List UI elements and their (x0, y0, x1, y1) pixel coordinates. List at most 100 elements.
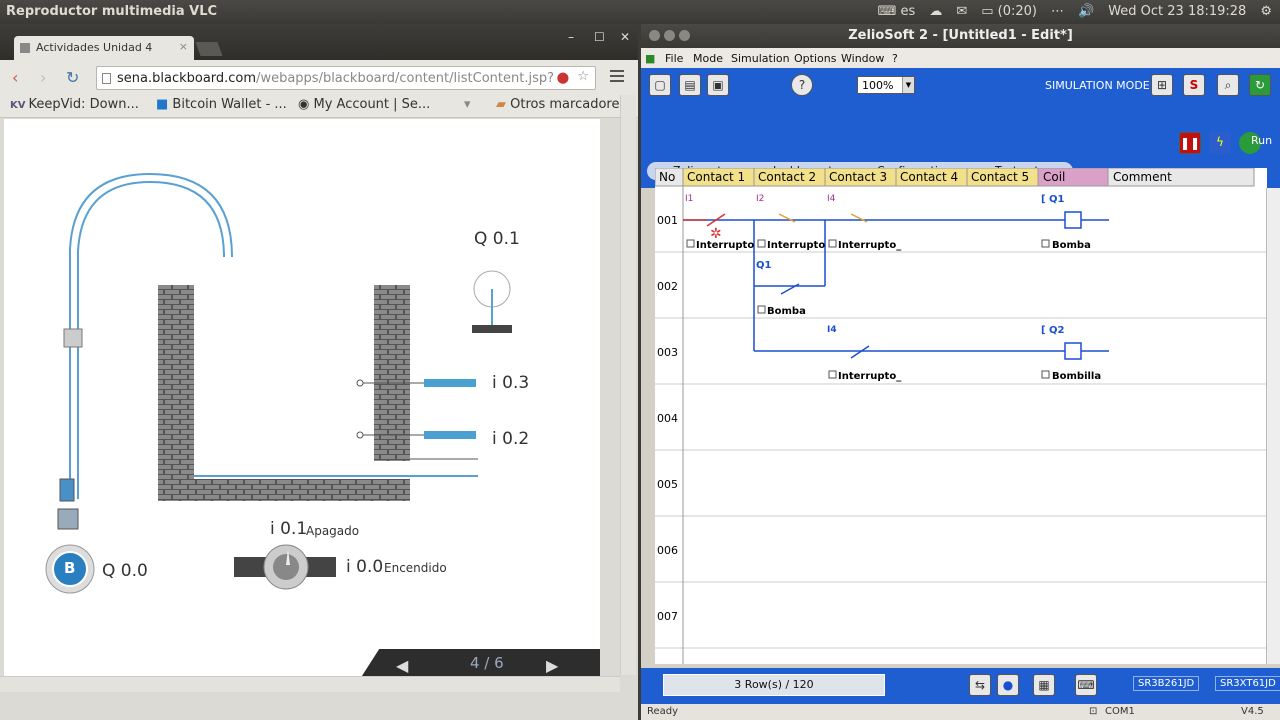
refresh-icon[interactable]: ↻ (1249, 74, 1271, 96)
contact-name[interactable]: Interrupto (767, 240, 825, 251)
ladder-diagram[interactable]: ✲ No Contact 1 Contact 2 Contact 3 Conta… (655, 168, 1267, 664)
monitor-icon[interactable]: ⊞ (1151, 74, 1173, 96)
forward-button[interactable]: › (40, 68, 46, 87)
next-arrow-icon[interactable]: ▶ (546, 656, 558, 675)
menu-simulation[interactable]: Simulation (731, 52, 790, 65)
volume-icon[interactable]: 🔊 (1078, 4, 1094, 19)
chevron-down-icon: ▼ (902, 77, 914, 93)
stop-icon[interactable]: ⬤ (557, 71, 569, 84)
col-no: No (659, 170, 676, 184)
module-icon[interactable]: ● (997, 674, 1019, 696)
bookmark-bitcoin[interactable]: ■ Bitcoin Wallet - ... (156, 97, 287, 112)
port-icon: ⊡ (1089, 706, 1098, 717)
simulation-s-icon[interactable]: S (1183, 74, 1205, 96)
account-icon: ◉ (298, 97, 314, 112)
tank-floor (158, 479, 410, 501)
pipe-coupling (63, 328, 83, 348)
menu-options[interactable]: Options (794, 52, 836, 65)
url-path: /webapps/blackboard/content/listContent.… (256, 71, 554, 86)
page-horizontal-scrollbar[interactable] (0, 676, 620, 692)
zelio-title-bar: ZelioSoft 2 - [Untitled1 - Edit*] (641, 24, 1280, 48)
contact-name[interactable]: Interrupto_ (838, 371, 901, 382)
zoom-value: 100% (862, 79, 894, 92)
coil-tag: [ Q1 (1041, 194, 1065, 205)
bookmark-label: My Account | Se... (313, 97, 431, 112)
tab-title: Actividades Unidad 4 (36, 41, 153, 54)
cloud-icon[interactable]: ☁ (929, 4, 942, 19)
page-indicator: 4 / 6 (470, 654, 504, 672)
back-button[interactable]: ‹ (12, 68, 18, 87)
open-folder-icon[interactable]: ▤ (679, 74, 701, 96)
keyboard-icon[interactable]: ⌨ (1075, 674, 1097, 696)
contact-name[interactable]: Interrupto (696, 240, 754, 251)
menu-mode[interactable]: Mode (693, 52, 723, 65)
bookmark-folder-other[interactable]: ▰ Otros marcadores (496, 97, 626, 112)
close-window-icon[interactable]: ✕ (620, 30, 630, 44)
close-window-icon[interactable] (649, 30, 660, 41)
close-tab-icon[interactable]: × (179, 40, 188, 53)
menu-file[interactable]: File (665, 52, 683, 65)
display-icon[interactable]: ▦ (1033, 674, 1055, 696)
zoom-select[interactable]: 100% ▼ (857, 76, 915, 94)
ladder-vertical-scrollbar[interactable] (1266, 188, 1280, 664)
prev-arrow-icon[interactable]: ◀ (396, 656, 408, 675)
zelio-menu-bar: ■ File Mode Simulation Options Window ? (641, 48, 1280, 68)
search-icon[interactable]: ⌕ (1217, 74, 1239, 96)
pump-button-label[interactable]: B (64, 559, 75, 577)
water-pipe (69, 172, 233, 499)
minimize-icon[interactable] (664, 30, 675, 41)
star-icon[interactable]: ☆ (577, 69, 589, 84)
system-top-bar: Reproductor multimedia VLC ⌨ es ☁ ✉ ▭ (0… (0, 0, 1280, 24)
browser-window: Actividades Unidad 4 × – ☐ ✕ ‹ › ↻ sena.… (0, 24, 638, 720)
maximize-icon[interactable] (679, 30, 690, 41)
menu-help[interactable]: ? (892, 52, 898, 65)
contact-tag: Q1 (756, 260, 772, 271)
new-file-icon[interactable]: ▢ (649, 74, 671, 96)
contact-tag: I4 (827, 325, 837, 335)
contact-name[interactable]: Bomba (767, 306, 806, 317)
com-port: COM1 (1105, 706, 1135, 717)
gear-icon[interactable]: ⚙ (1260, 4, 1272, 19)
network-icon[interactable]: ⋯ (1051, 4, 1064, 19)
input-i03-label: i 0.3 (492, 373, 530, 393)
url-host: sena.blackboard.com (117, 71, 257, 86)
battery-icon[interactable]: ▭ (0:20) (981, 4, 1037, 19)
address-bar[interactable]: sena.blackboard.com/webapps/blackboard/c… (96, 66, 596, 90)
maximize-icon[interactable]: ☐ (594, 30, 605, 44)
menu-window[interactable]: Window (841, 52, 884, 65)
save-icon[interactable]: ▣ (707, 74, 729, 96)
minimize-icon[interactable]: – (568, 30, 574, 44)
mail-icon[interactable]: ✉ (956, 4, 967, 19)
bookmark-account[interactable]: ◉ My Account | Se... (298, 97, 430, 112)
slide-pager: ◀ 4 / 6 ▶ (360, 649, 600, 679)
bookmarks-overflow-icon[interactable]: ▾ (464, 97, 471, 112)
pause-icon[interactable]: ❚❚ (1179, 132, 1201, 154)
reload-button[interactable]: ↻ (66, 68, 79, 87)
contact-name[interactable]: Interrupto_ (838, 240, 901, 251)
keyboard-icon[interactable]: ⌨ es (878, 4, 916, 19)
power-icon[interactable]: ϟ (1209, 132, 1231, 154)
bookmark-keepvid[interactable]: KV KeepVid: Down... (10, 97, 139, 112)
row-number: 004 (657, 412, 678, 425)
keepvid-icon: KV (10, 100, 26, 111)
contact-tag: I4 (827, 194, 836, 204)
page-vertical-scrollbar[interactable] (620, 95, 636, 675)
menu-icon[interactable] (610, 70, 624, 85)
on-label: Encendido (384, 561, 447, 575)
transfer-icon[interactable]: ⇆ (969, 674, 991, 696)
app-icon[interactable]: ■ (645, 52, 655, 65)
page-icon (102, 73, 111, 84)
system-tray: ⌨ es ☁ ✉ ▭ (0:20) ⋯ 🔊 Wed Oct 23 18:19:2… (878, 4, 1272, 19)
new-tab-button[interactable] (195, 42, 223, 56)
col-coil: Coil (1043, 170, 1066, 184)
help-icon[interactable]: ? (791, 74, 813, 96)
coil-tag: [ Q2 (1041, 325, 1065, 336)
col-contact-2: Contact 2 (758, 170, 817, 184)
col-contact-5: Contact 5 (971, 170, 1030, 184)
bookmarks-bar: KV KeepVid: Down... ■ Bitcoin Wallet - ..… (0, 94, 638, 118)
browser-tab[interactable]: Actividades Unidad 4 × (14, 36, 194, 60)
coil-name[interactable]: Bombilla (1052, 371, 1101, 382)
coil-name[interactable]: Bomba (1052, 240, 1091, 251)
off-label: Apagado (306, 524, 360, 538)
clock[interactable]: Wed Oct 23 18:19:28 (1108, 4, 1246, 19)
